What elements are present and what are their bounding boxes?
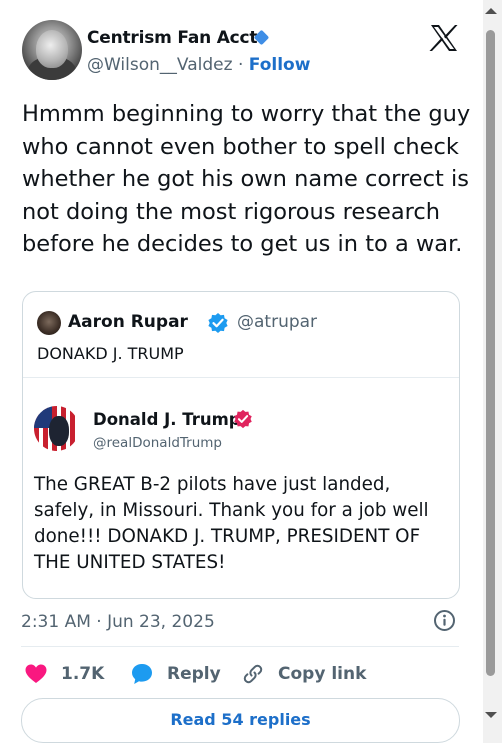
reply-label: Reply [167,664,221,684]
read-replies-button[interactable]: Read 54 replies [21,698,460,743]
copy-link-button[interactable]: Copy link [242,662,366,686]
handle-separator: · [237,55,244,75]
scroll-down-arrow-icon[interactable] [485,712,497,718]
blue-check-icon [208,313,228,333]
heart-icon [25,664,47,683]
speech-bubble-icon [132,664,152,684]
tweet-embed: Centrism Fan Acct @Wilson__Valdez · Foll… [0,0,502,743]
embedded-author-name[interactable]: Donald J. Trump [93,410,241,429]
follow-button[interactable]: Follow [249,55,311,75]
quote-author-name[interactable]: Aaron Rupar [68,312,188,332]
x-logo-icon[interactable] [429,24,459,52]
actions-divider [21,646,459,647]
like-count: 1.7K [61,664,105,684]
scroll-up-arrow-icon[interactable] [485,8,497,14]
copy-link-label: Copy link [278,664,367,684]
pink-check-icon [234,409,252,429]
quote-author-handle[interactable]: @atrupar [237,312,317,332]
embedded-tweet-text: The GREAT B-2 pilots have just landed, s… [34,474,429,573]
reply-button[interactable]: Reply [131,662,221,686]
quote-text: DONAKD J. TRUMP [37,344,184,363]
like-button[interactable]: 1.7K [25,662,104,686]
embedded-author-avatar[interactable] [34,406,79,451]
author-handle[interactable]: @Wilson__Valdez [87,55,233,75]
author-avatar[interactable] [22,20,82,80]
quoted-tweet-card[interactable]: Aaron Rupar @atrupar DONAKD J. TRUMP Don… [22,291,460,599]
tweet-text: Hmmm beginning to worry that the guy who… [22,101,471,257]
author-handle-row: @Wilson__Valdez · Follow [87,55,310,75]
embedded-author-handle[interactable]: @realDonaldTrump [93,435,222,451]
quote-author-avatar[interactable] [37,311,61,335]
info-icon[interactable] [433,609,456,632]
author-name[interactable]: Centrism Fan Acct [87,28,258,48]
scrollbar-thumb[interactable] [486,30,495,676]
tweet-timestamp[interactable]: 2:31 AM · Jun 23, 2025 [21,612,215,632]
link-icon [243,664,263,684]
quote-divider [23,377,459,378]
